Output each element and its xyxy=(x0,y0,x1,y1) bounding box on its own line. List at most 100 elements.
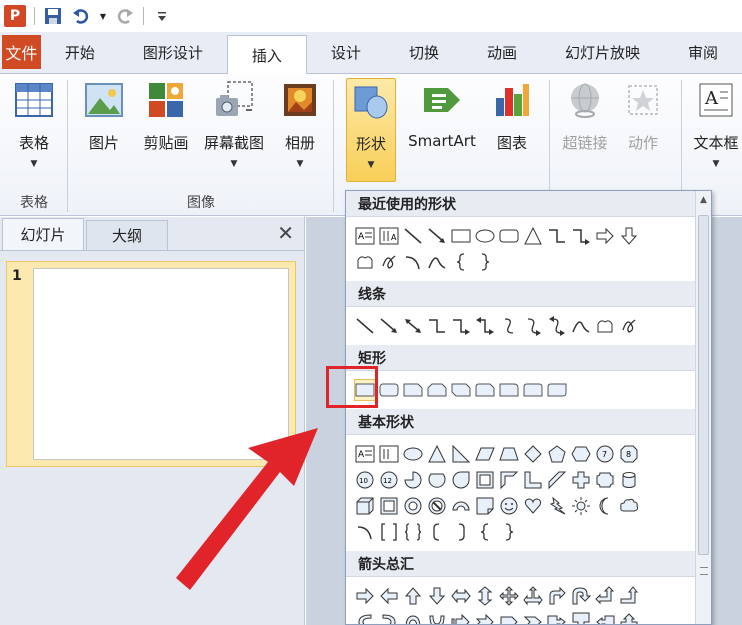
picture-button[interactable]: 图片 xyxy=(78,78,130,182)
snip-single-corner-rectangle-shape-icon[interactable] xyxy=(402,379,424,401)
left-up-arrow-shape-icon[interactable] xyxy=(594,585,616,607)
textbox-button[interactable]: A 文本框 ▼ xyxy=(688,78,742,182)
right-bracket-shape-icon[interactable] xyxy=(450,521,472,543)
slide-thumbnail[interactable] xyxy=(33,268,289,460)
up-down-arrow-shape-icon[interactable] xyxy=(474,585,496,607)
arc-shape-icon[interactable] xyxy=(354,521,376,543)
curved-left-arrow-shape-icon[interactable] xyxy=(378,611,400,624)
triangle-shape-icon[interactable] xyxy=(522,225,544,247)
freeform-shape-icon[interactable] xyxy=(594,315,616,337)
line-shape-icon[interactable] xyxy=(354,315,376,337)
tab-animations[interactable]: 动画 xyxy=(463,35,541,69)
pie-shape-icon[interactable] xyxy=(402,469,424,491)
shapes-button[interactable]: 形状 ▼ xyxy=(346,78,396,182)
table-button[interactable]: 表格 ▼ xyxy=(6,78,62,182)
block-arc-shape-icon[interactable] xyxy=(450,495,472,517)
undo-dropdown-icon[interactable]: ▼ xyxy=(99,6,107,26)
textbox-shape-icon[interactable]: A xyxy=(354,225,376,247)
u-turn-arrow-shape-icon[interactable] xyxy=(570,585,592,607)
l-shape-icon[interactable] xyxy=(522,469,544,491)
slide-thumbnail-selected[interactable]: 1 xyxy=(6,261,296,467)
heart-icon[interactable] xyxy=(522,495,544,517)
elbow-arrow-connector-shape-icon[interactable] xyxy=(450,315,472,337)
heptagon-shape-icon[interactable]: 7 xyxy=(594,443,616,465)
vertical-textbox-shape-icon[interactable] xyxy=(378,443,400,465)
tab-home[interactable]: 开始 xyxy=(41,35,119,69)
down-arrow-shape-icon[interactable] xyxy=(618,225,640,247)
arrow-line-shape-icon[interactable] xyxy=(378,315,400,337)
vertical-textbox-shape-icon[interactable]: A xyxy=(378,225,400,247)
curved-down-arrow-shape-icon[interactable] xyxy=(426,611,448,624)
elbow-connector-shape-icon[interactable] xyxy=(426,315,448,337)
sun-icon[interactable] xyxy=(570,495,592,517)
right-triangle-shape-icon[interactable] xyxy=(450,443,472,465)
snip-same-side-corner-rectangle-shape-icon[interactable] xyxy=(426,379,448,401)
curve-shape-icon[interactable] xyxy=(570,315,592,337)
double-arrow-line-shape-icon[interactable] xyxy=(402,315,424,337)
freeform-shape-icon[interactable] xyxy=(354,251,376,273)
clipart-button[interactable]: 剪贴画 xyxy=(138,78,194,182)
right-arrow-shape-icon[interactable] xyxy=(354,585,376,607)
can-shape-icon[interactable] xyxy=(618,469,640,491)
oval-shape-icon[interactable] xyxy=(402,443,424,465)
left-right-arrow-shape-icon[interactable] xyxy=(450,585,472,607)
double-bracket-shape-icon[interactable] xyxy=(378,521,400,543)
lightning-bolt-icon[interactable] xyxy=(546,495,568,517)
pentagon-shape-icon[interactable] xyxy=(546,443,568,465)
snip-diagonal-corner-rectangle-shape-icon[interactable] xyxy=(450,379,472,401)
powerpoint-app-icon[interactable]: P xyxy=(4,5,26,27)
close-icon[interactable]: ✕ xyxy=(277,221,294,245)
left-arrow-shape-icon[interactable] xyxy=(378,585,400,607)
diamond-shape-icon[interactable] xyxy=(522,443,544,465)
left-right-up-arrow-shape-icon[interactable] xyxy=(522,585,544,607)
quad-arrow-shape-icon[interactable] xyxy=(498,585,520,607)
gallery-scrollbar[interactable]: ▲ xyxy=(695,191,711,624)
tab-file[interactable]: 文件 xyxy=(2,35,41,69)
elbow-arrow-connector-shape-icon[interactable] xyxy=(570,225,592,247)
oval-shape-icon[interactable] xyxy=(474,225,496,247)
scrollbar-thumb[interactable] xyxy=(698,215,709,555)
curve-shape-icon[interactable] xyxy=(426,251,448,273)
smartart-button[interactable]: SmartArt xyxy=(404,78,480,182)
round-same-side-corner-rectangle-shape-icon[interactable] xyxy=(522,379,544,401)
chord-shape-icon[interactable] xyxy=(426,469,448,491)
curved-connector-shape-icon[interactable] xyxy=(498,315,520,337)
save-icon[interactable] xyxy=(43,6,63,26)
parallelogram-shape-icon[interactable] xyxy=(474,443,496,465)
right-brace-shape-icon[interactable] xyxy=(498,521,520,543)
tab-transitions[interactable]: 切换 xyxy=(385,35,463,69)
rounded-rectangle-shape-icon[interactable] xyxy=(378,379,400,401)
bent-arrow-shape-icon[interactable] xyxy=(546,585,568,607)
elbow-double-arrow-connector-shape-icon[interactable] xyxy=(474,315,496,337)
up-arrow-shape-icon[interactable] xyxy=(402,585,424,607)
moon-icon[interactable] xyxy=(594,495,616,517)
half-frame-shape-icon[interactable] xyxy=(498,469,520,491)
double-brace-shape-icon[interactable] xyxy=(402,521,424,543)
trapezoid-shape-icon[interactable] xyxy=(498,443,520,465)
down-arrow-shape-icon[interactable] xyxy=(426,585,448,607)
pentagon-arrow-shape-icon[interactable] xyxy=(498,611,520,624)
tab-design[interactable]: 设计 xyxy=(307,35,385,69)
curved-up-arrow-shape-icon[interactable] xyxy=(402,611,424,624)
scribble-shape-icon[interactable] xyxy=(378,251,400,273)
snip-round-corner-rectangle-shape-icon[interactable] xyxy=(474,379,496,401)
down-arrow-callout-shape-icon[interactable] xyxy=(570,611,592,624)
hyperlink-button[interactable]: 超链接 xyxy=(558,78,612,182)
chevron-shape-icon[interactable] xyxy=(522,611,544,624)
textbox-shape-icon[interactable]: A xyxy=(354,443,376,465)
arc-shape-icon[interactable] xyxy=(402,251,424,273)
teardrop-shape-icon[interactable] xyxy=(450,469,472,491)
left-bracket-shape-icon[interactable] xyxy=(426,521,448,543)
tab-slides[interactable]: 幻灯片 xyxy=(2,218,84,250)
customize-toolbar-icon[interactable] xyxy=(152,6,172,26)
curved-double-arrow-connector-shape-icon[interactable] xyxy=(546,315,568,337)
tab-insert[interactable]: 插入 xyxy=(226,35,307,74)
up-arrow-callout-shape-icon[interactable] xyxy=(618,611,640,624)
undo-icon[interactable] xyxy=(71,6,91,26)
plaque-shape-icon[interactable] xyxy=(594,469,616,491)
dodecagon-shape-icon[interactable]: 12 xyxy=(378,469,400,491)
cloud-icon[interactable] xyxy=(618,495,640,517)
action-button[interactable]: 动作 xyxy=(618,78,668,182)
bent-up-arrow-shape-icon[interactable] xyxy=(618,585,640,607)
scroll-up-arrow-icon[interactable]: ▲ xyxy=(696,191,711,209)
